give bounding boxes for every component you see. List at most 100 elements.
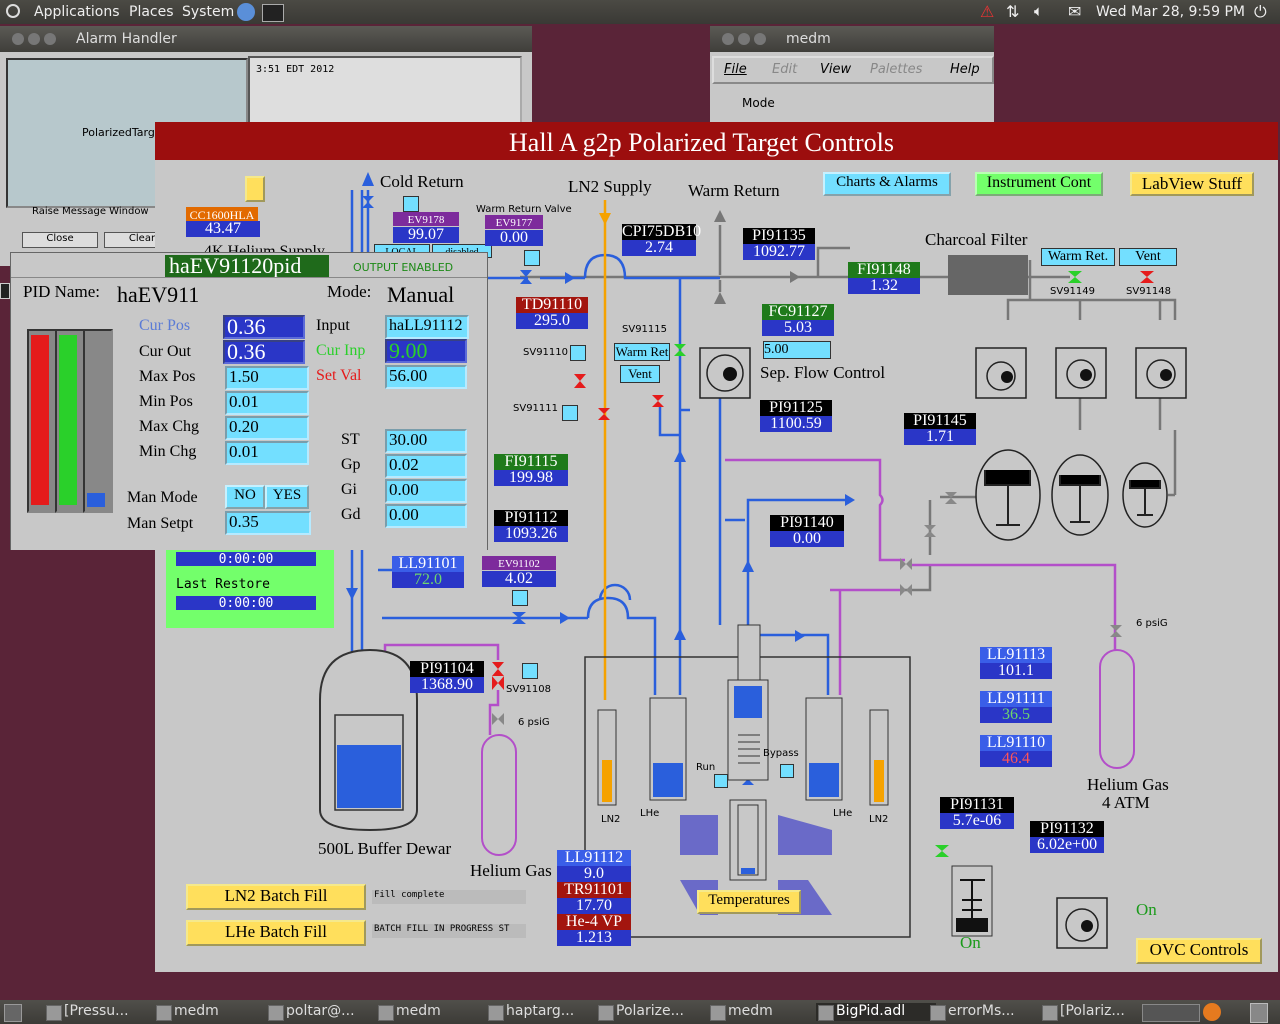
- pi91135-name: PI91135: [743, 228, 815, 244]
- set-val-input[interactable]: 56.00: [385, 365, 467, 389]
- ll91110-name: LL91110: [980, 735, 1052, 751]
- ev9178-value: 99.07: [393, 227, 459, 243]
- task-medm-2[interactable]: medm: [376, 1003, 486, 1021]
- pi91145-name: PI91145: [904, 413, 976, 429]
- pi91145-value: 1.71: [904, 429, 976, 445]
- firefox-icon[interactable]: [1203, 1003, 1221, 1021]
- pi91135-value: 1092.77: [743, 244, 815, 260]
- mode-value: Manual: [387, 282, 455, 307]
- task-pressure[interactable]: [Pressu...: [44, 1003, 164, 1021]
- ev9177-name: EV9177: [485, 215, 543, 229]
- ll91111-value: 36.5: [980, 707, 1052, 723]
- gi-input[interactable]: 0.00: [385, 479, 467, 503]
- labview-stuff-button[interactable]: LabView Stuff: [1130, 172, 1254, 196]
- workspace-switcher[interactable]: [1142, 1004, 1200, 1022]
- ln2-batch-fill-button[interactable]: LN2 Batch Fill: [186, 884, 366, 910]
- fi91115-name: FI91115: [494, 454, 568, 470]
- gp-label: Gp: [341, 456, 361, 473]
- min-pos-label: Min Pos: [139, 393, 193, 410]
- fc91127-value: 5.03: [762, 320, 834, 336]
- task-bigpid[interactable]: BigPid.adl: [816, 1003, 936, 1021]
- man-mode-no-button[interactable]: NO: [225, 485, 265, 509]
- pi91125-value: 1100.59: [760, 416, 832, 432]
- td91110-name: TD91110: [516, 297, 588, 313]
- gp-input[interactable]: 0.02: [385, 454, 467, 478]
- ev9177-value: 0.00: [485, 230, 543, 246]
- sv91108-button[interactable]: [522, 663, 538, 679]
- ln2-fill-status: Fill complete: [372, 890, 526, 904]
- man-mode-yes-button[interactable]: YES: [265, 485, 309, 509]
- sv91111-label: SV91111: [513, 403, 558, 414]
- mode-label: Mode:: [327, 282, 372, 301]
- cur-inp-value: 9.00: [385, 339, 467, 363]
- max-chg-input[interactable]: 0.20: [225, 416, 309, 440]
- task-haptarg[interactable]: haptarg...: [486, 1003, 606, 1021]
- sv91110-button[interactable]: [570, 345, 586, 361]
- ev91102-name: EV91102: [482, 556, 556, 570]
- task-polarize[interactable]: Polarize...: [596, 1003, 716, 1021]
- last-restore-time: 0:00:00: [176, 596, 316, 611]
- input-pv-field[interactable]: haLL91112: [385, 315, 469, 339]
- taskbar: [Pressu... medm poltar@... medm haptarg.…: [0, 1000, 1280, 1024]
- man-mode-label: Man Mode: [127, 489, 198, 506]
- output-enabled-label: OUTPUT ENABLED: [353, 261, 454, 274]
- buffer-dewar-label: 500L Buffer Dewar: [318, 839, 452, 858]
- min-chg-label: Min Chg: [139, 443, 197, 460]
- cur-pos-value: 0.36: [223, 315, 305, 339]
- vent-small-button[interactable]: Vent: [620, 365, 660, 383]
- flow-setpoint-input[interactable]: 5.00: [763, 341, 831, 359]
- pi91140-value: 0.00: [770, 531, 844, 547]
- task-errormsg[interactable]: errorMs...: [928, 1003, 1048, 1021]
- task-medm-3[interactable]: medm: [708, 1003, 818, 1021]
- fi91148-value: 1.32: [848, 278, 920, 294]
- task-polariz[interactable]: [Polariz...: [1040, 1003, 1156, 1021]
- partial-yellow-button[interactable]: [245, 176, 265, 202]
- man-setpt-input[interactable]: 0.35: [225, 511, 311, 535]
- show-desktop-icon[interactable]: [4, 1004, 22, 1022]
- pi91140-name: PI91140: [770, 515, 844, 531]
- bypass-button[interactable]: [780, 764, 794, 778]
- ev9178-button[interactable]: [403, 196, 419, 212]
- pi91104-name: PI91104: [410, 661, 484, 677]
- temperatures-button[interactable]: Temperatures: [697, 890, 801, 914]
- window-menu-button[interactable]: [0, 283, 10, 299]
- run-button[interactable]: [714, 774, 728, 788]
- ev9177-button[interactable]: [524, 250, 540, 266]
- cur-pos-label: Cur Pos: [139, 317, 191, 334]
- pi91131-value: 5.7e-06: [940, 813, 1014, 829]
- gd-label: Gd: [341, 506, 361, 523]
- cur-inp-label: Cur Inp: [316, 342, 366, 359]
- warm-ret-small-button[interactable]: Warm Ret: [614, 343, 670, 361]
- gd-input[interactable]: 0.00: [385, 504, 467, 528]
- bar-red-frame: [27, 329, 57, 513]
- fc91127-name: FC91127: [762, 304, 834, 320]
- max-pos-input[interactable]: 1.50: [225, 366, 309, 390]
- sv91111-button[interactable]: [562, 405, 578, 421]
- task-medm-1[interactable]: medm: [154, 1003, 264, 1021]
- max-chg-label: Max Chg: [139, 418, 199, 435]
- min-chg-input[interactable]: 0.01: [225, 441, 309, 465]
- helium-gas-4atm-label: Helium Gas: [1087, 775, 1169, 794]
- pi91104-value: 1368.90: [410, 677, 484, 693]
- gi-label: Gi: [341, 481, 357, 498]
- min-pos-input[interactable]: 0.01: [225, 391, 309, 415]
- ev91102-button[interactable]: [512, 590, 528, 606]
- he4vp-name: He-4 VP: [557, 914, 631, 930]
- warm-return-label: Warm Return: [688, 181, 780, 200]
- pid-window: haEV91120pid OUTPUT ENABLED PID Name: ha…: [10, 252, 488, 550]
- lhe-batch-fill-button[interactable]: LHe Batch Fill: [186, 920, 366, 946]
- ll91101-value: 72.0: [392, 572, 464, 588]
- task-poltar[interactable]: poltar@...: [266, 1003, 386, 1021]
- trash-icon[interactable]: [1250, 1003, 1268, 1023]
- st-input[interactable]: 30.00: [385, 429, 467, 453]
- instrument-cont-button[interactable]: Instrument Cont: [975, 172, 1103, 196]
- charts-alarms-button[interactable]: Charts & Alarms: [823, 172, 951, 196]
- restore-time: 0:00:00: [176, 552, 316, 567]
- vent-button[interactable]: Vent: [1119, 248, 1177, 266]
- cur-out-value: 0.36: [223, 340, 305, 364]
- warm-ret-button[interactable]: Warm Ret.: [1041, 248, 1115, 266]
- atm4-label: 4 ATM: [1102, 793, 1150, 812]
- cur-out-label: Cur Out: [139, 343, 191, 360]
- ovc-controls-button[interactable]: OVC Controls: [1136, 938, 1262, 964]
- ll91110-value: 46.4: [980, 751, 1052, 767]
